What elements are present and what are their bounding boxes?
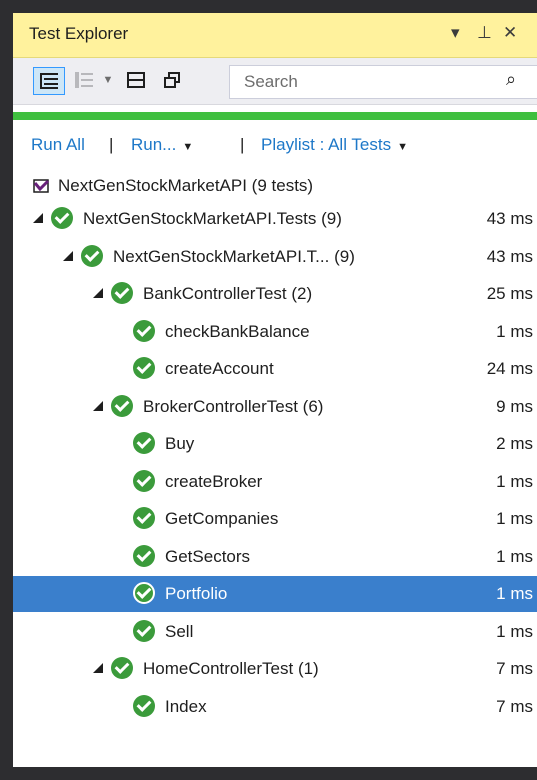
passed-icon xyxy=(81,244,103,267)
project-label: NextGenStockMarketAPI (9 tests) xyxy=(58,176,314,195)
test-duration: 1 ms xyxy=(496,321,533,341)
passed-icon xyxy=(133,357,155,379)
run-progress-bar xyxy=(13,112,537,120)
test-row[interactable]: GetSectors 1 ms xyxy=(13,539,537,575)
run-progress-fill xyxy=(13,112,537,120)
project-node[interactable]: NextGenStockMarketAPI (9 tests) xyxy=(13,171,537,201)
test-duration: 25 ms xyxy=(486,284,533,303)
test-row[interactable]: HomeControllerTest (1) 7 ms xyxy=(13,651,537,687)
test-name: Sell xyxy=(165,621,194,641)
playlist-label: Playlist : All Tests xyxy=(261,135,392,154)
test-duration: 7 ms xyxy=(496,696,533,716)
test-row[interactable]: Buy 2 ms xyxy=(13,426,537,462)
test-duration: 9 ms xyxy=(496,396,533,416)
test-name: NextGenStockMarketAPI.Tests (9) xyxy=(83,209,342,228)
passed-icon xyxy=(111,657,133,679)
test-name: BrokerControllerTest (6) xyxy=(143,396,324,416)
vs-project-icon xyxy=(31,175,51,195)
search-box: ⌕ xyxy=(229,65,537,99)
test-row[interactable]: BrokerControllerTest (6) 9 ms xyxy=(13,389,537,425)
command-separator: | xyxy=(109,135,114,154)
test-duration: 1 ms xyxy=(496,584,533,603)
passed-icon xyxy=(133,432,155,454)
test-name: GetSectors xyxy=(165,546,251,566)
test-row[interactable]: checkBankBalance 1 ms xyxy=(13,314,537,350)
test-row[interactable]: Sell 1 ms xyxy=(13,614,537,650)
command-bar: Run All | Run... ▼ | Playlist : All Tests… xyxy=(13,131,537,161)
passed-icon xyxy=(133,694,155,717)
playlist-menu[interactable]: Playlist : All Tests ▼ xyxy=(261,135,408,155)
chevron-down-icon: ▼ xyxy=(397,141,408,153)
test-name: GetCompanies xyxy=(165,509,279,528)
test-row[interactable]: NextGenStockMarketAPI.T... (9) 43 ms xyxy=(13,239,537,275)
toolbar: ▼ ⌕ xyxy=(13,58,537,105)
search-input[interactable] xyxy=(230,66,496,98)
test-name: HomeControllerTest (1) xyxy=(143,659,319,678)
test-duration: 1 ms xyxy=(496,509,533,528)
test-row[interactable]: NextGenStockMarketAPI.Tests (9) 43 ms xyxy=(13,201,537,237)
expander-icon[interactable] xyxy=(93,663,103,673)
test-duration: 24 ms xyxy=(486,359,533,378)
passed-icon xyxy=(111,394,133,417)
test-duration: 2 ms xyxy=(496,434,533,453)
expander-icon[interactable] xyxy=(93,400,103,411)
title-bar: Test Explorer ▾ ⊥ ✕ xyxy=(13,13,537,58)
test-name: checkBankBalance xyxy=(165,321,310,341)
window-title: Test Explorer xyxy=(29,24,129,43)
test-row[interactable]: Index 7 ms xyxy=(13,689,537,725)
run-label: Run... xyxy=(131,135,177,154)
test-name: Portfolio xyxy=(165,584,228,603)
playlist-icon[interactable] xyxy=(123,67,149,93)
caret-down-icon[interactable]: ▾ xyxy=(451,23,460,43)
group-by-hierarchy-icon[interactable] xyxy=(33,67,65,95)
test-name: Buy xyxy=(165,434,195,453)
test-name: createBroker xyxy=(165,471,263,491)
group-by-list-icon[interactable] xyxy=(71,67,97,93)
passed-icon xyxy=(133,469,155,492)
passed-icon xyxy=(51,207,73,229)
test-name: Index xyxy=(165,696,207,716)
run-menu[interactable]: Run... ▼ xyxy=(131,135,193,155)
test-name: NextGenStockMarketAPI.T... (9) xyxy=(113,246,355,266)
expander-icon[interactable] xyxy=(33,213,43,223)
test-duration: 7 ms xyxy=(496,659,533,678)
test-row[interactable]: GetCompanies 1 ms xyxy=(13,501,537,537)
test-duration: 1 ms xyxy=(496,471,533,491)
passed-icon xyxy=(133,544,155,567)
passed-icon xyxy=(133,582,155,604)
chevron-down-icon[interactable]: ▼ xyxy=(101,67,115,93)
test-row[interactable]: BankControllerTest (2) 25 ms xyxy=(13,276,537,312)
run-all-link[interactable]: Run All xyxy=(31,135,85,155)
passed-icon xyxy=(111,282,133,304)
test-row[interactable]: createAccount 24 ms xyxy=(13,351,537,387)
expander-icon[interactable] xyxy=(63,250,73,261)
copy-icon[interactable] xyxy=(159,67,185,93)
test-row[interactable]: Portfolio 1 ms xyxy=(13,576,537,612)
test-explorer-window: Test Explorer ▾ ⊥ ✕ ▼ Search ⌕ Run All |… xyxy=(13,13,537,767)
test-duration: 1 ms xyxy=(496,621,533,641)
passed-icon xyxy=(133,507,155,529)
test-duration: 43 ms xyxy=(486,209,533,228)
expander-icon[interactable] xyxy=(93,288,103,298)
chevron-down-icon: ▼ xyxy=(182,141,194,153)
test-row[interactable]: createBroker 1 ms xyxy=(13,464,537,500)
pin-icon[interactable]: ⊥ xyxy=(477,23,492,43)
search-icon[interactable]: ⌕ xyxy=(506,69,516,90)
test-duration: 1 ms xyxy=(496,546,533,566)
test-duration: 43 ms xyxy=(486,246,533,266)
close-icon[interactable]: ✕ xyxy=(503,23,517,43)
passed-icon xyxy=(133,319,155,342)
command-separator: | xyxy=(240,135,245,154)
test-name: createAccount xyxy=(165,359,274,378)
test-name: BankControllerTest (2) xyxy=(143,284,313,303)
passed-icon xyxy=(133,619,155,642)
